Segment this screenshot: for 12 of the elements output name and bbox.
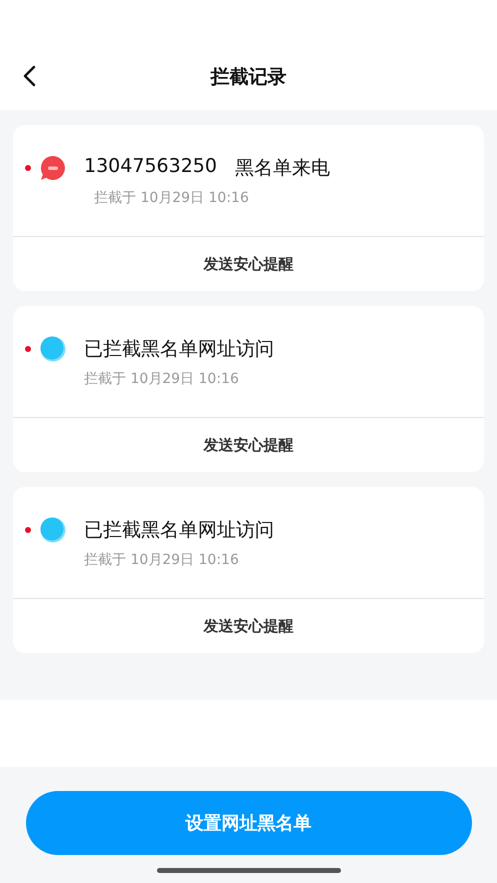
intercept-time: 拦截于 10月29日 10:16 <box>84 551 240 569</box>
back-icon <box>22 64 36 86</box>
record-title: 黑名单来电 <box>234 156 330 181</box>
record-title: 已拦截黑名单网址访问 <box>84 337 274 362</box>
intercept-time: 拦截于 10月29日 10:16 <box>94 189 250 207</box>
phone-number: 13047563250 <box>84 155 217 179</box>
circle-icon <box>40 336 66 362</box>
circle-icon <box>40 517 66 543</box>
intercept-time: 拦截于 10月29日 10:16 <box>84 370 240 388</box>
page-title: 拦截记录 <box>209 65 288 90</box>
message-icon <box>40 155 66 181</box>
record-title: 已拦截黑名单网址访问 <box>84 518 274 543</box>
